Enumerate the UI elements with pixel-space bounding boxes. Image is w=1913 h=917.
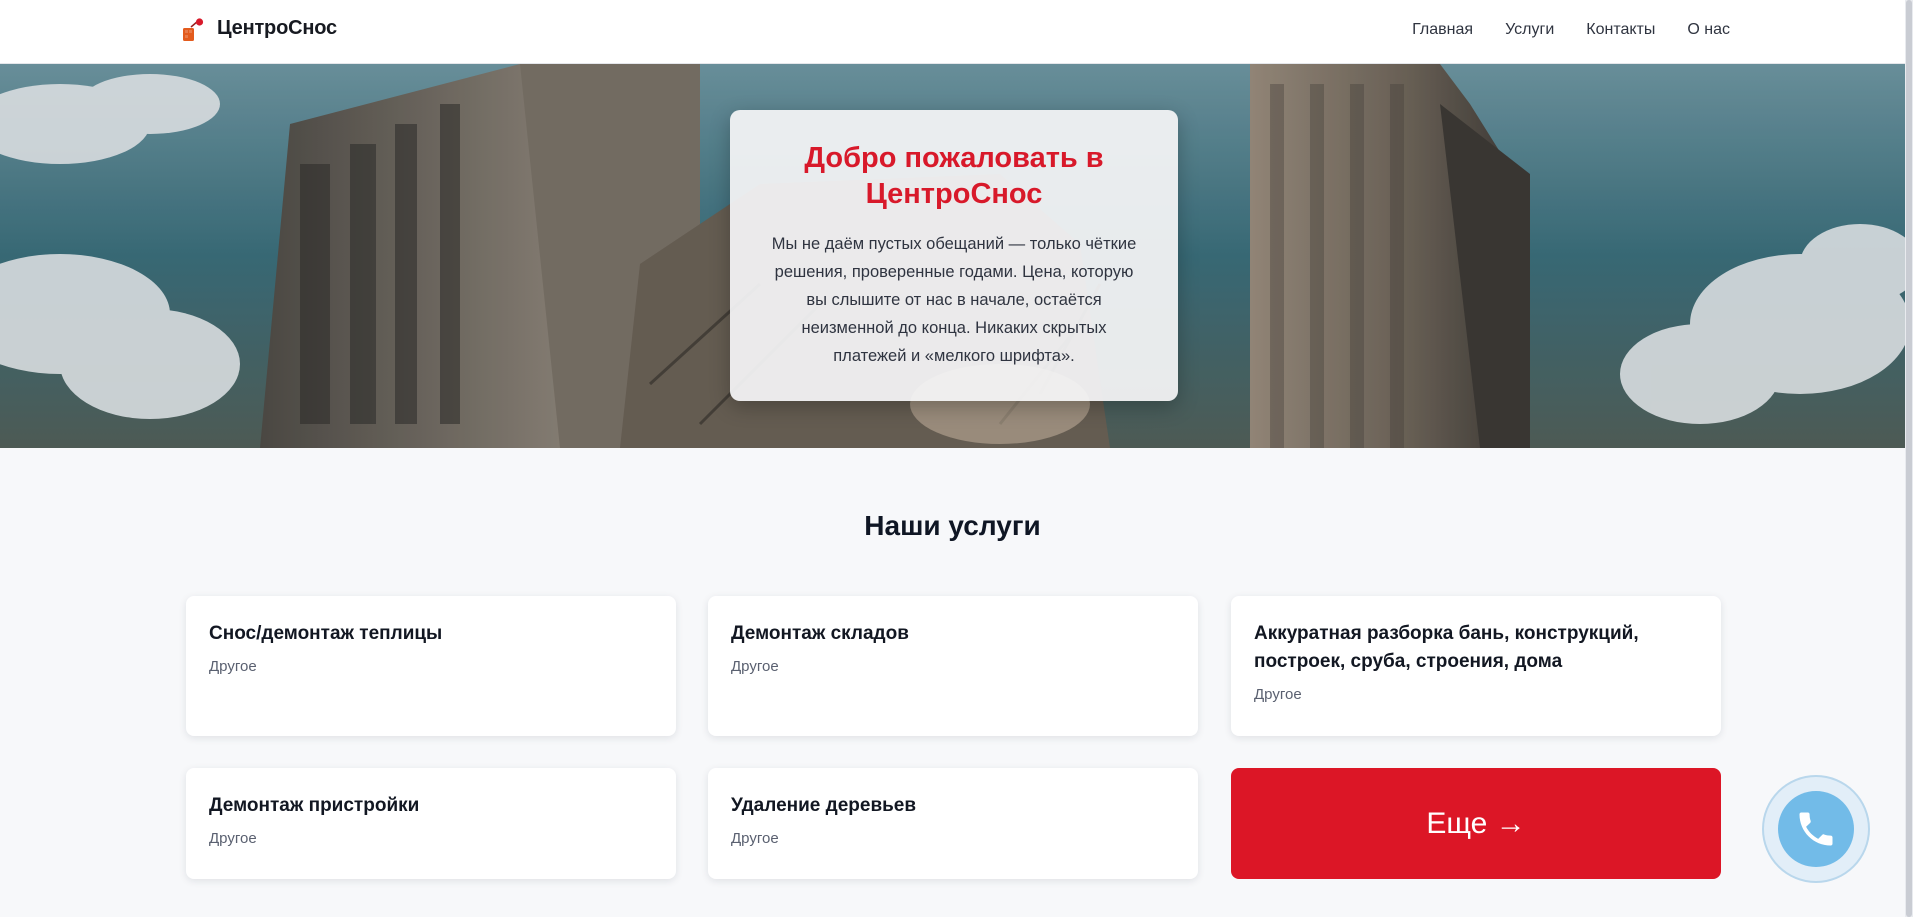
service-title: Демонтаж складов xyxy=(731,623,909,644)
page: ЦентроСнос Главная Услуги Контакты О нас xyxy=(0,0,1905,917)
nav-home[interactable]: Главная xyxy=(1412,21,1473,39)
demolition-logo-icon[interactable] xyxy=(181,17,205,43)
scrollbar-thumb[interactable] xyxy=(1906,0,1912,917)
service-category: Другое xyxy=(1254,686,1302,703)
service-title: Демонтаж пристройки xyxy=(209,795,420,816)
service-title: Удаление деревьев xyxy=(731,795,917,816)
nav-about[interactable]: О нас xyxy=(1687,21,1730,39)
services-heading: Наши услуги xyxy=(864,510,1041,541)
brand-name[interactable]: ЦентроСнос xyxy=(217,17,337,40)
main-nav: Главная Услуги Контакты О нас xyxy=(1412,21,1730,39)
nav-contacts[interactable]: Контакты xyxy=(1586,21,1655,39)
phone-icon xyxy=(1799,812,1833,846)
more-services-button[interactable]: Еще → xyxy=(1231,768,1721,879)
hero-description: Мы не даём пустых обещаний — только чётк… xyxy=(771,235,1137,365)
service-category: Другое xyxy=(209,830,257,847)
service-card[interactable]: Снос/демонтаж теплицы Другое xyxy=(186,596,676,736)
call-button[interactable] xyxy=(1762,775,1870,883)
service-category: Другое xyxy=(209,658,257,675)
hero-section: Добро пожаловать в ЦентроСнос Мы не даём… xyxy=(0,64,1905,448)
service-title: Аккуратная разборка бань, конструкций, п… xyxy=(1254,623,1639,672)
hero-title: Добро пожаловать в ЦентроСнос xyxy=(804,142,1104,210)
welcome-card: Добро пожаловать в ЦентроСнос Мы не даём… xyxy=(730,110,1178,401)
service-card[interactable]: Аккуратная разборка бань, конструкций, п… xyxy=(1231,596,1721,736)
nav-services[interactable]: Услуги xyxy=(1505,21,1554,39)
scrollbar[interactable] xyxy=(1905,0,1913,917)
service-category: Другое xyxy=(731,658,779,675)
site-header: ЦентроСнос Главная Услуги Контакты О нас xyxy=(0,0,1905,64)
service-card[interactable]: Демонтаж пристройки Другое xyxy=(186,768,676,879)
service-title: Снос/демонтаж теплицы xyxy=(209,623,443,644)
service-category: Другое xyxy=(731,830,779,847)
service-card[interactable]: Демонтаж складов Другое xyxy=(708,596,1198,736)
call-button-core xyxy=(1778,791,1854,867)
service-card[interactable]: Удаление деревьев Другое xyxy=(708,768,1198,879)
